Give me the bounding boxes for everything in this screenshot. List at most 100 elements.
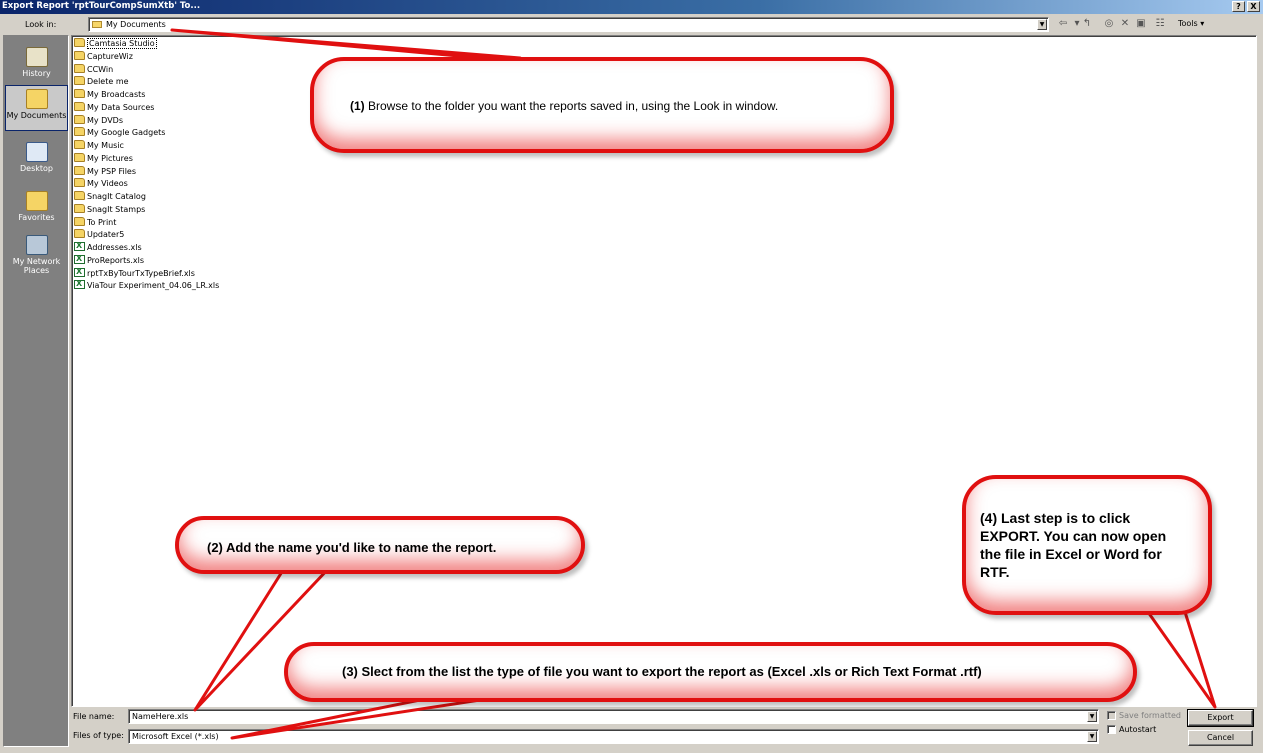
folder-list-item[interactable]: My Videos — [74, 178, 128, 190]
item-name: SnagIt Catalog — [87, 192, 146, 201]
my-documents-icon — [25, 89, 48, 109]
help-button[interactable]: ? — [1232, 1, 1245, 12]
excel-file-icon — [74, 267, 85, 277]
item-name: Camtasia Studio — [87, 38, 157, 49]
folder-list-item[interactable]: SnagIt Stamps — [74, 203, 146, 216]
folder-icon — [74, 216, 85, 226]
excel-file-icon — [74, 241, 85, 251]
folder-icon — [74, 76, 85, 86]
folder-list-item[interactable]: CaptureWiz — [74, 50, 133, 63]
folder-icon — [74, 89, 85, 98]
file-list-item[interactable]: Addresses.xls — [74, 241, 142, 254]
item-name: My DVDs — [87, 115, 123, 125]
excel-file-icon — [74, 254, 85, 264]
callout-1-number: (1) — [350, 99, 365, 113]
excel-file-icon — [74, 279, 85, 290]
item-name: My Broadcasts — [87, 90, 146, 99]
look-in-combo[interactable]: My Documents ▼ — [88, 17, 1049, 32]
window-title: Export Report 'rptTourCompSumXtb' To... — [2, 1, 201, 11]
back-icon[interactable]: ⇦ — [1056, 18, 1070, 32]
callout-3-text: (3) Slect from the list the type of file… — [342, 664, 982, 679]
folder-icon — [74, 152, 85, 162]
item-name: Addresses.xls — [87, 243, 142, 252]
place-my-documents[interactable]: My Documents — [5, 85, 68, 131]
file-name-value: NameHere.xls — [132, 712, 189, 721]
autostart-checkbox[interactable] — [1107, 725, 1116, 734]
new-folder-icon[interactable]: ▣ — [1134, 18, 1148, 32]
item-name: Updater5 — [87, 230, 125, 240]
folder-list-item[interactable]: SnagIt Catalog — [74, 191, 146, 203]
title-bar: Export Report 'rptTourCompSumXtb' To... … — [0, 0, 1263, 14]
callout-1-body: Browse to the folder you want the report… — [364, 99, 779, 113]
folder-list-item[interactable]: My DVDs — [74, 114, 123, 127]
folder-icon — [74, 114, 85, 124]
search-web-icon[interactable]: ◎ — [1102, 18, 1116, 32]
item-name: SnagIt Stamps — [87, 204, 146, 214]
file-list-item[interactable]: rptTxByTourTxTypeBrief.xls — [74, 267, 195, 280]
save-formatted-label: Save formatted — [1119, 711, 1182, 720]
cancel-button[interactable]: Cancel — [1188, 730, 1253, 746]
folder-list-item[interactable]: My Data Sources — [74, 101, 154, 114]
file-type-select[interactable]: Microsoft Excel (*.xls) ▼ — [128, 729, 1099, 744]
folder-icon — [74, 63, 85, 73]
place-label: History — [22, 69, 51, 78]
file-type-value: Microsoft Excel (*.xls) — [132, 732, 219, 741]
place-history[interactable]: History — [5, 44, 68, 90]
folder-icon — [92, 21, 102, 28]
close-button[interactable]: X — [1247, 1, 1260, 12]
item-name: ProReports.xls — [87, 255, 145, 265]
folder-icon — [74, 165, 85, 175]
folder-list-item[interactable]: My Pictures — [74, 152, 133, 165]
file-list-item[interactable]: ProReports.xls — [74, 254, 145, 267]
look-in-label: Look in: — [25, 20, 57, 29]
folder-list-item[interactable]: Camtasia Studio — [74, 38, 157, 50]
folder-icon — [74, 101, 85, 111]
up-folder-icon[interactable]: ↰ — [1080, 18, 1094, 32]
folder-list-item[interactable]: CCWin — [74, 63, 114, 76]
export-button[interactable]: Export — [1187, 709, 1254, 727]
item-name: ViaTour Experiment_04.06_LR.xls — [87, 281, 220, 291]
item-name: My Videos — [87, 179, 128, 189]
chevron-down-icon[interactable]: ▼ — [1087, 731, 1097, 742]
folder-list-item[interactable]: My Broadcasts — [74, 89, 145, 101]
delete-icon[interactable]: ✕ — [1118, 18, 1132, 32]
callout-2-text: (2) Add the name you'd like to name the … — [207, 540, 497, 555]
item-name: CCWin — [87, 64, 114, 74]
folder-list-item[interactable]: My Google Gadgets — [74, 127, 165, 139]
file-name-label: File name: — [73, 712, 115, 721]
item-name: rptTxByTourTxTypeBrief.xls — [87, 268, 195, 278]
place-network[interactable]: My Network Places — [5, 232, 68, 284]
callout-2: (2) Add the name you'd like to name the … — [175, 516, 585, 574]
chevron-down-icon[interactable]: ▼ — [1037, 19, 1047, 30]
folder-list-item[interactable]: Delete me — [74, 76, 129, 88]
file-type-label: Files of type: — [73, 731, 124, 740]
folder-icon — [74, 203, 85, 213]
folder-icon — [74, 229, 85, 239]
folder-icon — [74, 140, 85, 149]
callout-1: (1) Browse to the folder you want the re… — [310, 57, 894, 153]
save-formatted-checkbox[interactable] — [1107, 711, 1116, 720]
callout-1-text: (1) Browse to the folder you want the re… — [350, 99, 778, 113]
item-name: My PSP Files — [87, 166, 137, 176]
file-list-item[interactable]: ViaTour Experiment_04.06_LR.xls — [74, 279, 220, 292]
views-icon[interactable]: ☷ — [1153, 18, 1167, 32]
place-desktop[interactable]: Desktop — [5, 139, 68, 185]
folder-icon — [74, 191, 85, 200]
place-favorites[interactable]: Favorites — [5, 188, 68, 234]
callout-4: (4) Last step is to click EXPORT. You ca… — [962, 475, 1212, 615]
folder-list-item[interactable]: My PSP Files — [74, 165, 137, 178]
item-name: To Print — [87, 217, 117, 227]
folder-list-item[interactable]: Updater5 — [74, 229, 124, 241]
folder-list-item[interactable]: To Print — [74, 216, 117, 229]
chevron-down-icon[interactable]: ▼ — [1087, 711, 1097, 722]
look-in-value: My Documents — [106, 20, 166, 29]
folder-list-item[interactable]: My Music — [74, 140, 124, 152]
history-icon — [25, 47, 48, 67]
file-name-field[interactable]: NameHere.xls ▼ — [128, 709, 1099, 724]
item-name: My Pictures — [87, 153, 133, 163]
places-bar: History My Documents Desktop Favorites M… — [3, 35, 69, 747]
tools-menu-button[interactable]: Tools ▾ — [1178, 19, 1204, 28]
place-label: My Documents — [6, 111, 67, 120]
item-name: Delete me — [87, 77, 129, 87]
place-label: My Network Places — [12, 257, 61, 275]
